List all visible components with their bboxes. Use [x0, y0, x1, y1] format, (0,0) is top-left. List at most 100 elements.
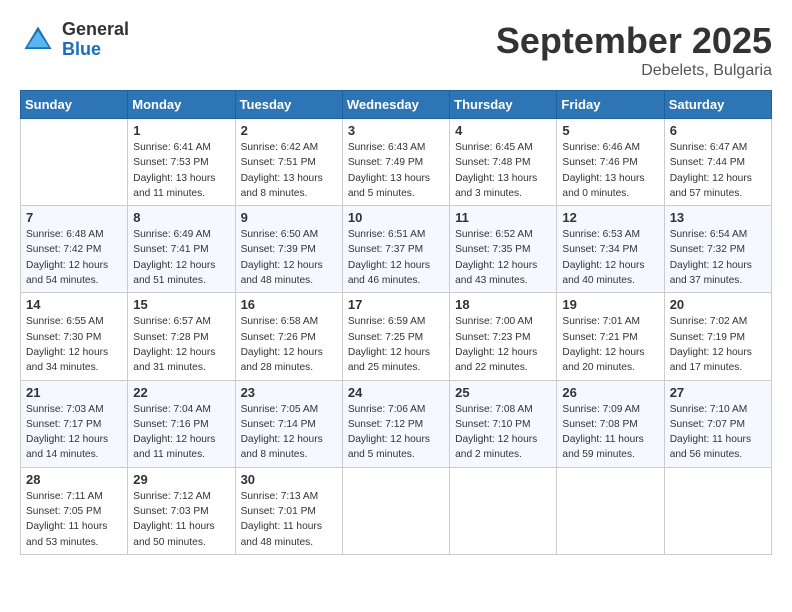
day-info: Sunrise: 6:45 AMSunset: 7:48 PMDaylight:… [455, 140, 551, 201]
calendar-cell: 20 Sunrise: 7:02 AMSunset: 7:19 PMDayligh… [664, 293, 771, 380]
day-number: 14 [26, 297, 122, 312]
day-header-sunday: Sunday [21, 91, 128, 119]
day-info: Sunrise: 6:52 AMSunset: 7:35 PMDaylight:… [455, 227, 551, 288]
day-number: 5 [562, 123, 658, 138]
calendar-cell: 5 Sunrise: 6:46 AMSunset: 7:46 PMDaylight… [557, 119, 664, 206]
calendar-cell: 8Sunrise: 6:49 AMSunset: 7:41 PMDaylight… [128, 206, 235, 293]
calendar-cell: 17Sunrise: 6:59 AMSunset: 7:25 PMDayligh… [342, 293, 449, 380]
day-info: Sunrise: 6:46 AMSunset: 7:46 PMDaylight:… [562, 140, 658, 201]
calendar-cell: 9 Sunrise: 6:50 AMSunset: 7:39 PMDaylight… [235, 206, 342, 293]
day-number: 18 [455, 297, 551, 312]
calendar-cell: 22Sunrise: 7:04 AMSunset: 7:16 PMDayligh… [128, 380, 235, 467]
day-number: 4 [455, 123, 551, 138]
day-number: 27 [670, 385, 766, 400]
calendar-week-row: 28Sunrise: 7:11 AMSunset: 7:05 PMDayligh… [21, 467, 772, 554]
calendar-cell: 10 Sunrise: 6:51 AMSunset: 7:37 PMDayligh… [342, 206, 449, 293]
day-info: Sunrise: 6:41 AMSunset: 7:53 PMDaylight:… [133, 140, 229, 201]
day-number: 1 [133, 123, 229, 138]
day-header-tuesday: Tuesday [235, 91, 342, 119]
day-number: 13 [670, 210, 766, 225]
day-number: 10 [348, 210, 444, 225]
day-number: 15 [133, 297, 229, 312]
calendar-cell [450, 467, 557, 554]
page-header: General Blue September 2025 Debelets, Bu… [20, 20, 772, 80]
day-info: Sunrise: 7:05 AMSunset: 7:14 PMDaylight:… [241, 402, 337, 463]
calendar-cell: 27Sunrise: 7:10 AMSunset: 7:07 PMDayligh… [664, 380, 771, 467]
day-number: 22 [133, 385, 229, 400]
day-number: 12 [562, 210, 658, 225]
calendar-cell: 2Sunrise: 6:42 AMSunset: 7:51 PMDaylight… [235, 119, 342, 206]
day-number: 16 [241, 297, 337, 312]
day-number: 6 [670, 123, 766, 138]
day-info: Sunrise: 6:54 AMSunset: 7:32 PMDaylight:… [670, 227, 766, 288]
logo: General Blue [20, 20, 129, 60]
calendar-cell: 25 Sunrise: 7:08 AMSunset: 7:10 PMDayligh… [450, 380, 557, 467]
day-number: 21 [26, 385, 122, 400]
logo-blue: Blue [62, 40, 129, 60]
day-number: 29 [133, 472, 229, 487]
calendar-week-row: 14 Sunrise: 6:55 AMSunset: 7:30 PMDayligh… [21, 293, 772, 380]
day-number: 24 [348, 385, 444, 400]
logo-text: General Blue [62, 20, 129, 60]
title-block: September 2025 Debelets, Bulgaria [496, 20, 772, 80]
day-info: Sunrise: 6:51 AMSunset: 7:37 PMDaylight:… [348, 227, 444, 288]
calendar-cell: 29 Sunrise: 7:12 AMSunset: 7:03 PMDayligh… [128, 467, 235, 554]
calendar-cell: 19Sunrise: 7:01 AMSunset: 7:21 PMDayligh… [557, 293, 664, 380]
day-info: Sunrise: 7:03 AMSunset: 7:17 PMDaylight:… [26, 402, 122, 463]
day-number: 25 [455, 385, 551, 400]
calendar-cell: 13 Sunrise: 6:54 AMSunset: 7:32 PMDayligh… [664, 206, 771, 293]
day-header-saturday: Saturday [664, 91, 771, 119]
calendar-cell: 7 Sunrise: 6:48 AMSunset: 7:42 PMDaylight… [21, 206, 128, 293]
day-info: Sunrise: 6:48 AMSunset: 7:42 PMDaylight:… [26, 227, 122, 288]
calendar-cell [21, 119, 128, 206]
calendar-cell: 11 Sunrise: 6:52 AMSunset: 7:35 PMDayligh… [450, 206, 557, 293]
day-number: 20 [670, 297, 766, 312]
location: Debelets, Bulgaria [496, 62, 772, 80]
day-info: Sunrise: 7:13 AMSunset: 7:01 PMDaylight:… [241, 489, 337, 550]
calendar-cell: 14 Sunrise: 6:55 AMSunset: 7:30 PMDayligh… [21, 293, 128, 380]
day-number: 9 [241, 210, 337, 225]
calendar-cell: 21 Sunrise: 7:03 AMSunset: 7:17 PMDayligh… [21, 380, 128, 467]
day-info: Sunrise: 6:47 AMSunset: 7:44 PMDaylight:… [670, 140, 766, 201]
day-info: Sunrise: 6:43 AMSunset: 7:49 PMDaylight:… [348, 140, 444, 201]
calendar-cell: 1 Sunrise: 6:41 AMSunset: 7:53 PMDaylight… [128, 119, 235, 206]
day-number: 26 [562, 385, 658, 400]
day-number: 23 [241, 385, 337, 400]
day-info: Sunrise: 7:00 AMSunset: 7:23 PMDaylight:… [455, 314, 551, 375]
calendar-cell: 23 Sunrise: 7:05 AMSunset: 7:14 PMDayligh… [235, 380, 342, 467]
month-title: September 2025 [496, 20, 772, 62]
day-info: Sunrise: 7:08 AMSunset: 7:10 PMDaylight:… [455, 402, 551, 463]
calendar-cell: 6 Sunrise: 6:47 AMSunset: 7:44 PMDaylight… [664, 119, 771, 206]
day-info: Sunrise: 6:55 AMSunset: 7:30 PMDaylight:… [26, 314, 122, 375]
calendar-table: SundayMondayTuesdayWednesdayThursdayFrid… [20, 90, 772, 555]
day-info: Sunrise: 6:53 AMSunset: 7:34 PMDaylight:… [562, 227, 658, 288]
day-header-friday: Friday [557, 91, 664, 119]
day-number: 3 [348, 123, 444, 138]
day-info: Sunrise: 6:57 AMSunset: 7:28 PMDaylight:… [133, 314, 229, 375]
day-info: Sunrise: 7:02 AMSunset: 7:19 PMDaylight:… [670, 314, 766, 375]
calendar-week-row: 1 Sunrise: 6:41 AMSunset: 7:53 PMDaylight… [21, 119, 772, 206]
day-header-wednesday: Wednesday [342, 91, 449, 119]
calendar-cell: 3 Sunrise: 6:43 AMSunset: 7:49 PMDaylight… [342, 119, 449, 206]
day-info: Sunrise: 6:50 AMSunset: 7:39 PMDaylight:… [241, 227, 337, 288]
day-info: Sunrise: 6:58 AMSunset: 7:26 PMDaylight:… [241, 314, 337, 375]
calendar-week-row: 21 Sunrise: 7:03 AMSunset: 7:17 PMDayligh… [21, 380, 772, 467]
calendar-cell: 26 Sunrise: 7:09 AMSunset: 7:08 PMDayligh… [557, 380, 664, 467]
day-number: 11 [455, 210, 551, 225]
calendar-week-row: 7 Sunrise: 6:48 AMSunset: 7:42 PMDaylight… [21, 206, 772, 293]
day-number: 2 [241, 123, 337, 138]
day-number: 7 [26, 210, 122, 225]
calendar-cell: 24Sunrise: 7:06 AMSunset: 7:12 PMDayligh… [342, 380, 449, 467]
calendar-cell [342, 467, 449, 554]
calendar-cell [557, 467, 664, 554]
day-number: 17 [348, 297, 444, 312]
day-number: 8 [133, 210, 229, 225]
day-info: Sunrise: 7:09 AMSunset: 7:08 PMDaylight:… [562, 402, 658, 463]
logo-icon [20, 22, 56, 58]
calendar-cell: 12 Sunrise: 6:53 AMSunset: 7:34 PMDayligh… [557, 206, 664, 293]
day-number: 19 [562, 297, 658, 312]
calendar-cell: 16 Sunrise: 6:58 AMSunset: 7:26 PMDayligh… [235, 293, 342, 380]
calendar-cell [664, 467, 771, 554]
calendar-cell: 18 Sunrise: 7:00 AMSunset: 7:23 PMDayligh… [450, 293, 557, 380]
day-info: Sunrise: 7:12 AMSunset: 7:03 PMDaylight:… [133, 489, 229, 550]
